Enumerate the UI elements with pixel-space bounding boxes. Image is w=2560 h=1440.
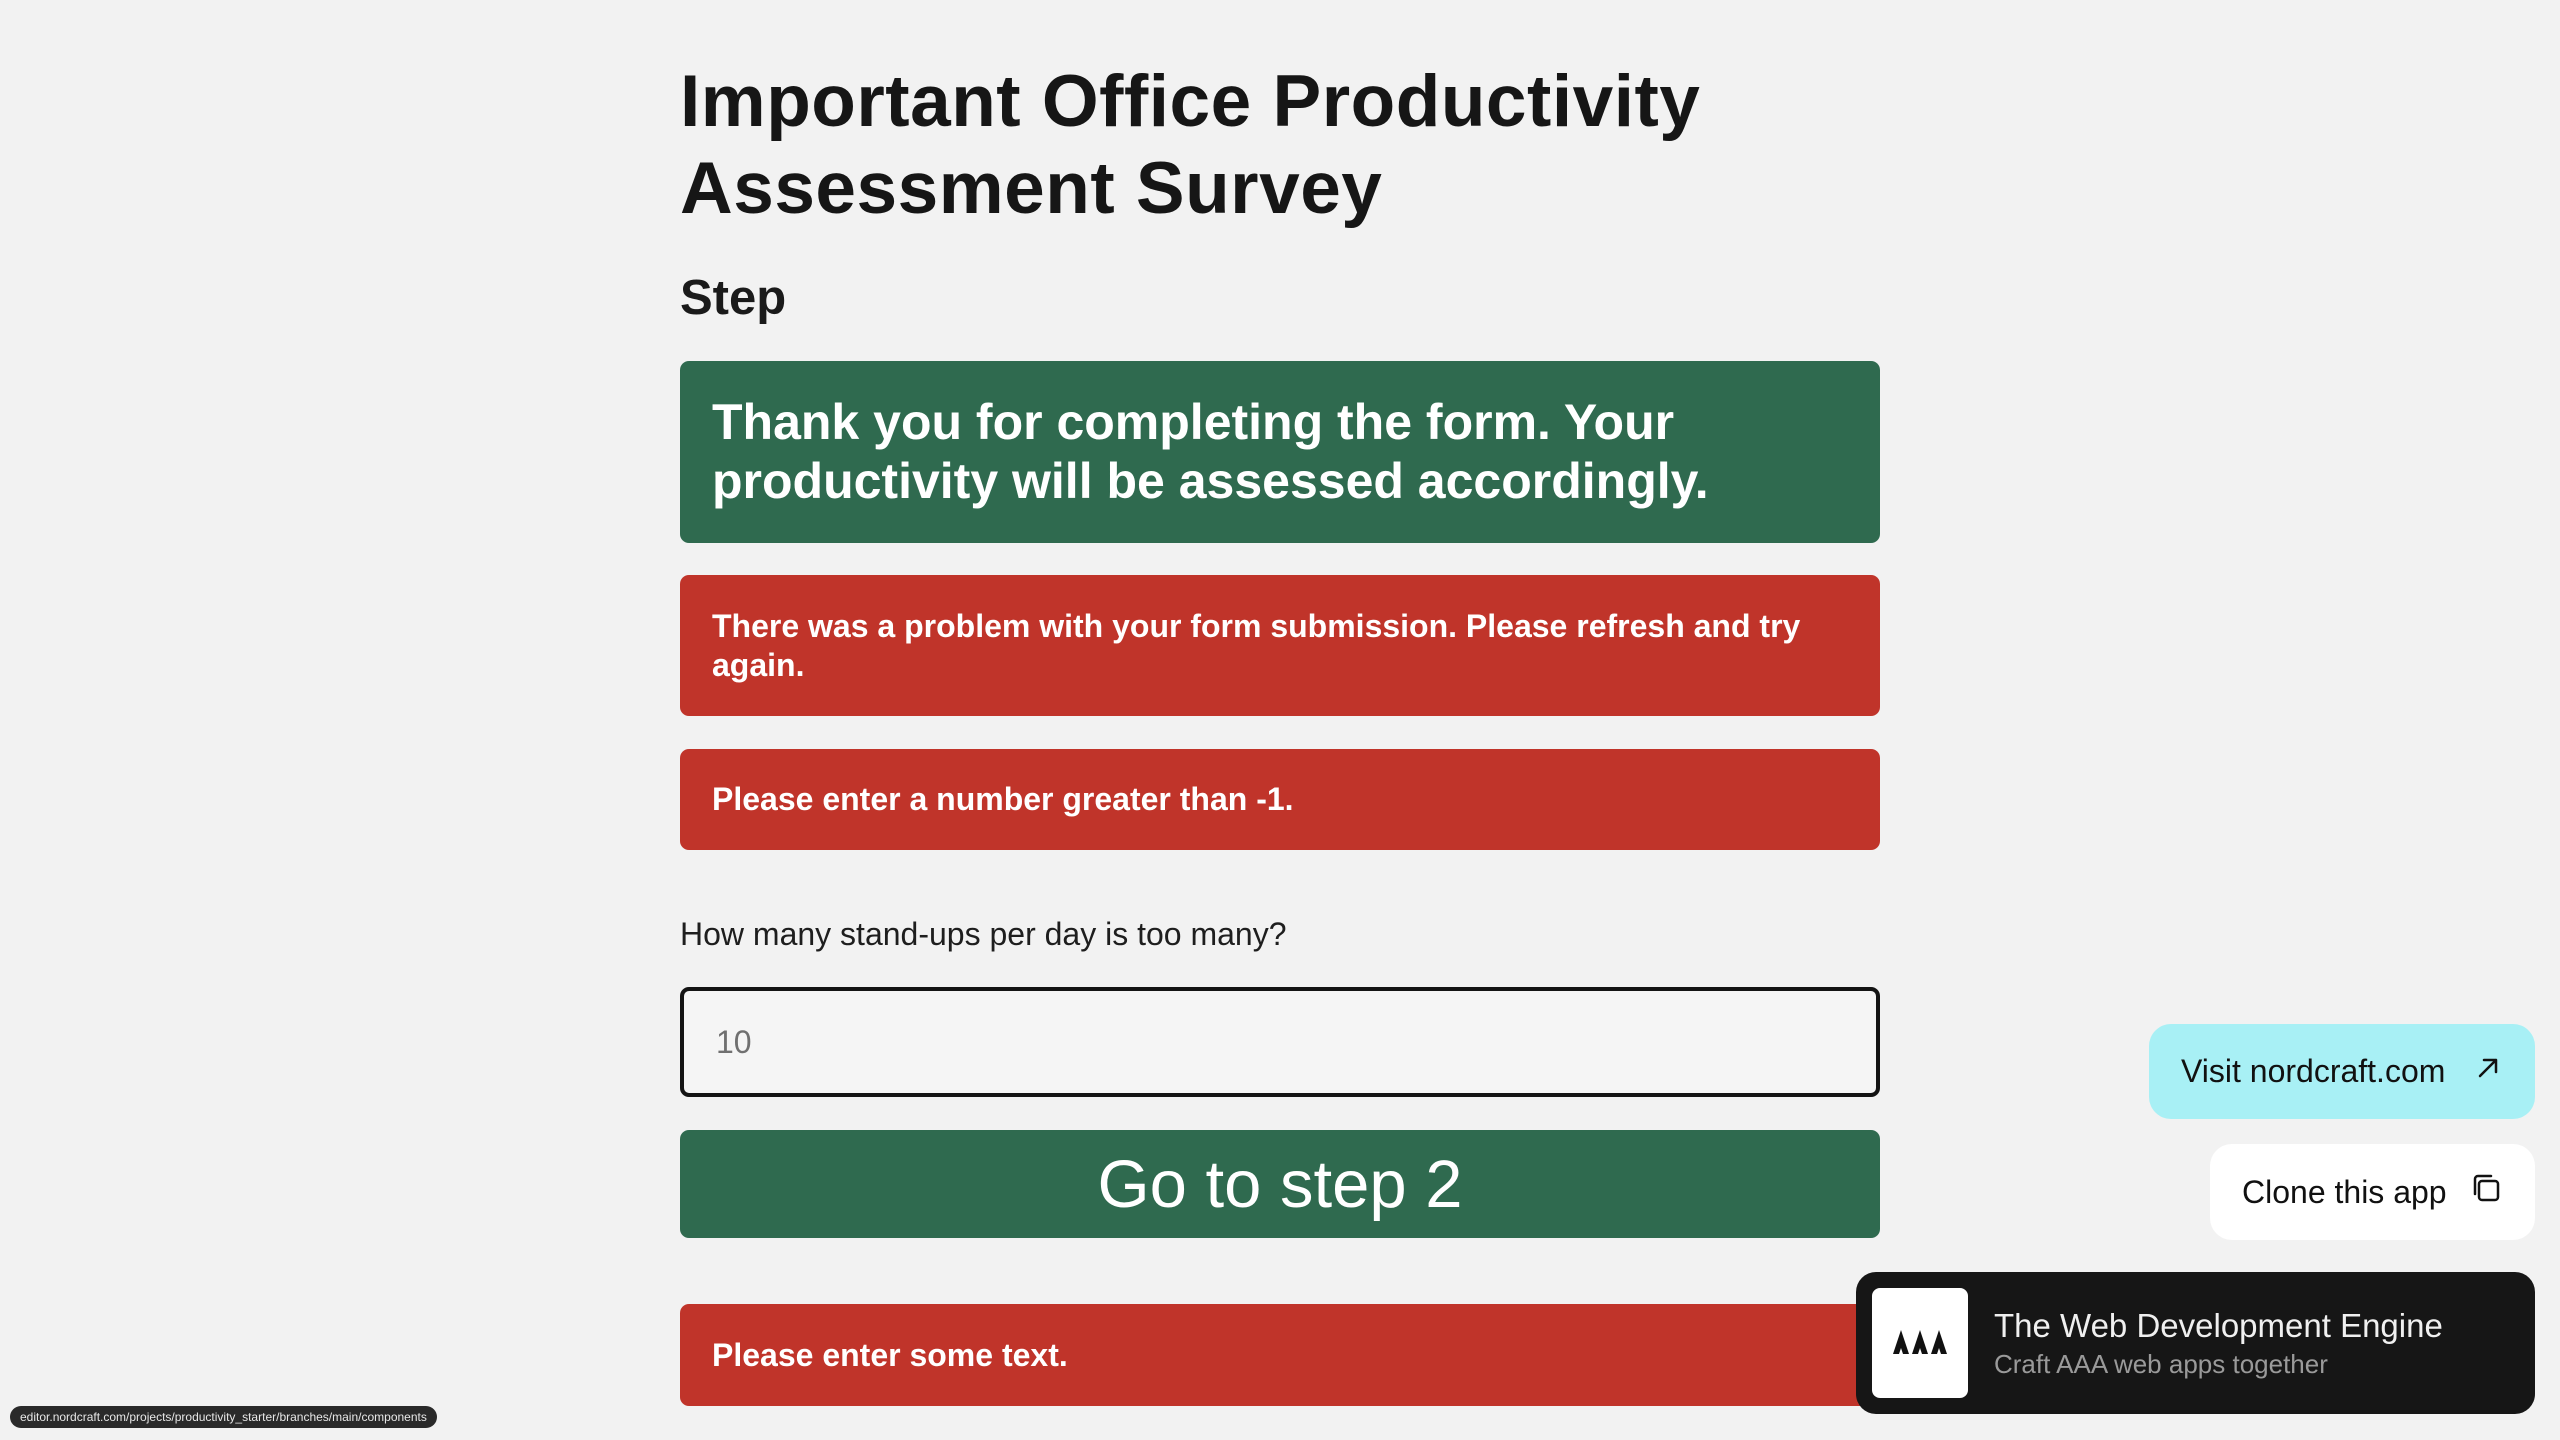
step-heading: Step (680, 271, 787, 325)
number-error-alert: Please enter a number greater than -1. (680, 749, 1880, 850)
survey-form: Important Office Productivity Assessment… (680, 58, 1880, 1406)
promo-text: The Web Development Engine Craft AAA web… (1994, 1305, 2443, 1381)
nordcraft-promo-card[interactable]: The Web Development Engine Craft AAA web… (1856, 1272, 2535, 1414)
text-error-message: Please enter some text. (712, 1336, 1068, 1373)
page-title-line2: Assessment Survey (680, 148, 1383, 229)
page-title: Important Office Productivity Assessment… (680, 58, 1880, 232)
standups-number-input[interactable] (680, 987, 1880, 1097)
promo-subtitle: Craft AAA web apps together (1994, 1349, 2328, 1379)
clone-app-button[interactable]: Clone this app (2210, 1144, 2535, 1240)
nordcraft-logo-icon (1872, 1288, 1968, 1398)
success-message: Thank you for completing the form. Your … (712, 394, 1709, 509)
arrow-up-right-icon (2473, 1053, 2503, 1091)
submission-error-message: There was a problem with your form submi… (712, 607, 1801, 683)
page-title-line1: Important Office Productivity (680, 61, 1701, 142)
submission-error-alert: There was a problem with your form submi… (680, 575, 1880, 716)
promo-title: The Web Development Engine (1994, 1307, 2443, 1344)
go-to-step-2-button[interactable]: Go to step 2 (680, 1130, 1880, 1238)
text-error-alert: Please enter some text. (680, 1304, 1880, 1406)
question-label: How many stand-ups per day is too many? (680, 916, 1287, 952)
clone-app-label: Clone this app (2242, 1173, 2447, 1210)
number-error-message: Please enter a number greater than -1. (712, 781, 1294, 817)
success-alert: Thank you for completing the form. Your … (680, 361, 1880, 543)
visit-nordcraft-button[interactable]: Visit nordcraft.com (2149, 1024, 2535, 1119)
visit-nordcraft-label: Visit nordcraft.com (2181, 1053, 2446, 1089)
copy-icon (2469, 1171, 2503, 1213)
status-bar-url: editor.nordcraft.com/projects/productivi… (10, 1406, 437, 1428)
